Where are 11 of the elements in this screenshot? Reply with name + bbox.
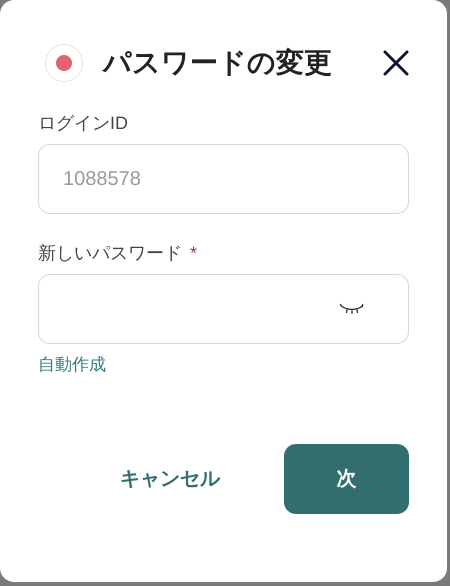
field-label: 新しいパスワード [38,244,182,262]
required-mark: * [190,244,198,262]
field-label: ログインID [38,114,128,132]
close-icon[interactable] [383,50,409,76]
dialog-title: パスワードの変更 [103,49,332,77]
input-field[interactable]: 1088578 [38,144,409,214]
auto-generate-link[interactable]: 自動作成 [38,355,106,374]
eye-closed-icon[interactable] [339,303,365,315]
cancel-button[interactable]: キャンセル [110,454,230,504]
next-button[interactable]: 次 [284,444,409,514]
password-field[interactable] [38,274,409,344]
